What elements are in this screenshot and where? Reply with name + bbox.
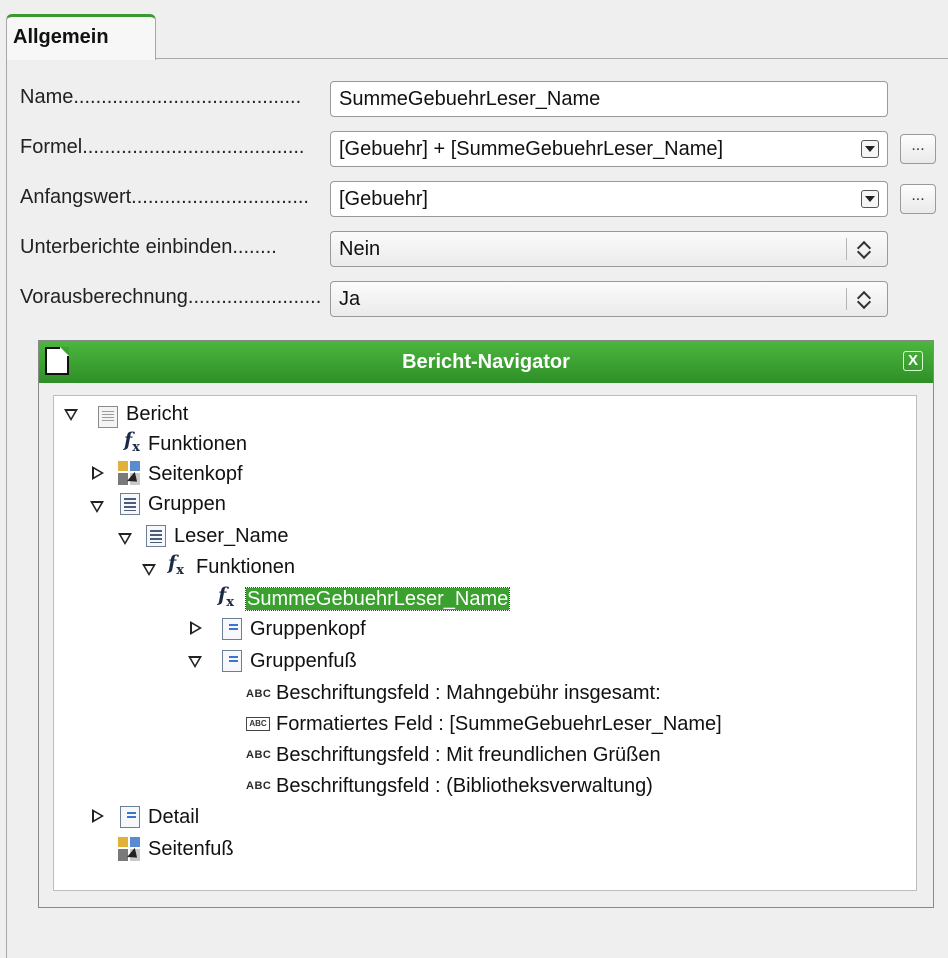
expander-closed-icon[interactable] [92, 466, 104, 480]
group-header-icon [222, 618, 242, 640]
updown-chevron-icon[interactable] [856, 236, 873, 262]
tab-label: Allgemein [13, 26, 109, 48]
report-navigator: Bericht-Navigator X Bericht fx Funktione… [38, 340, 934, 908]
navigator-tree: Bericht fx Funktionen Seitenkopf Gruppen… [53, 395, 917, 891]
tree-item-leser-name[interactable]: Leser_Name [174, 520, 289, 552]
tree-item-label-field[interactable]: Beschriftungsfeld : Mahngebühr insgesamt… [276, 677, 661, 709]
formula-browse-button[interactable]: ... [900, 134, 936, 164]
document-icon [45, 347, 69, 375]
tree-item-gruppen[interactable]: Gruppen [148, 488, 226, 520]
expander-open-icon[interactable] [188, 656, 202, 668]
formula-combobox[interactable]: [Gebuehr] + [SummeGebuehrLeser_Name] [330, 131, 888, 167]
tree-item-funktionen[interactable]: Funktionen [148, 428, 247, 460]
updown-chevron-icon[interactable] [856, 286, 873, 312]
tree-item-seitenkopf[interactable]: Seitenkopf [148, 458, 243, 490]
initial-value-browse-button[interactable]: ... [900, 184, 936, 214]
navigator-titlebar[interactable]: Bericht-Navigator X [39, 341, 933, 383]
precalculation-select[interactable]: Ja [330, 281, 888, 317]
precalculation-label: Vorausberechnung........................… [20, 286, 323, 308]
report-icon [98, 406, 118, 428]
include-subreports-value: Nein [339, 238, 381, 260]
expander-open-icon[interactable] [118, 533, 132, 545]
tree-item-label-field[interactable]: Beschriftungsfeld : (Bibliotheksverwaltu… [276, 770, 653, 802]
expander-open-icon[interactable] [142, 564, 156, 576]
name-value: SummeGebuehrLeser_Name [339, 88, 601, 110]
label-field-icon: ABC [246, 780, 272, 792]
formatted-field-icon: ABC [246, 717, 270, 731]
initial-value-combobox[interactable]: [Gebuehr] [330, 181, 888, 217]
tree-item-gruppenfuss[interactable]: Gruppenfuß [250, 645, 357, 677]
function-icon: fx [124, 429, 140, 455]
tree-item-summe-gebuehr-selected[interactable]: SummeGebuehrLeser_Name [244, 583, 511, 615]
expander-open-icon[interactable] [64, 409, 78, 421]
formula-value: [Gebuehr] + [SummeGebuehrLeser_Name] [339, 138, 724, 160]
initial-value-label: Anfangswert.............................… [20, 186, 309, 208]
tree-item-label-field[interactable]: Beschriftungsfeld : Mit freundlichen Grü… [276, 739, 661, 771]
detail-icon [120, 806, 140, 828]
function-icon: fx [168, 552, 184, 578]
tab-allgemein[interactable]: Allgemein [6, 14, 156, 60]
include-subreports-label: Unterberichte einbinden........ [20, 236, 277, 258]
name-field[interactable]: SummeGebuehrLeser_Name [330, 81, 888, 117]
tree-item-gruppenkopf[interactable]: Gruppenkopf [250, 613, 366, 645]
formula-label: Formel..................................… [20, 136, 305, 158]
group-icon [146, 525, 166, 547]
expander-closed-icon[interactable] [190, 621, 202, 635]
groups-icon [120, 493, 140, 515]
expander-closed-icon[interactable] [92, 809, 104, 823]
formula-dropdown-icon[interactable] [861, 140, 879, 158]
tree-item-bericht[interactable]: Bericht [126, 398, 188, 430]
initial-value-dropdown-icon[interactable] [861, 190, 879, 208]
function-icon: fx [218, 584, 234, 610]
group-footer-icon [222, 650, 242, 672]
tree-item-detail[interactable]: Detail [148, 801, 199, 833]
navigator-title: Bericht-Navigator [402, 351, 570, 373]
close-icon[interactable]: X [903, 351, 923, 371]
initial-value-value: [Gebuehr] [339, 188, 428, 210]
label-field-icon: ABC [246, 749, 272, 761]
expander-open-icon[interactable] [90, 501, 104, 513]
include-subreports-select[interactable]: Nein [330, 231, 888, 267]
tree-item-seitenfuss[interactable]: Seitenfuß [148, 833, 234, 865]
tree-item-formatted-field[interactable]: Formatiertes Feld : [SummeGebuehrLeser_N… [276, 708, 722, 740]
precalculation-value: Ja [339, 288, 361, 310]
tree-item-group-funktionen[interactable]: Funktionen [196, 551, 295, 583]
page-header-icon [118, 461, 140, 485]
label-field-icon: ABC [246, 688, 272, 700]
name-label: Name....................................… [20, 86, 302, 108]
page-footer-icon [118, 837, 140, 861]
